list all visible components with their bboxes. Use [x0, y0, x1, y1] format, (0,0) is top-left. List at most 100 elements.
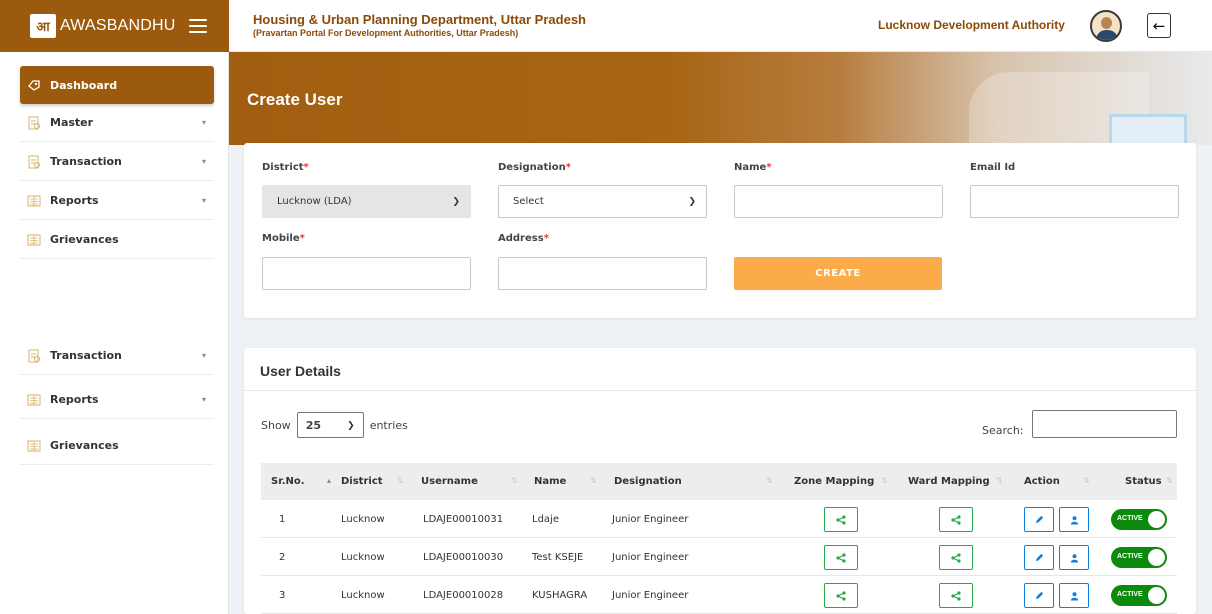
column-header-username[interactable]: Username	[421, 463, 478, 500]
department-title: Housing & Urban Planning Department, Utt…	[253, 12, 586, 27]
user-icon	[1070, 515, 1078, 524]
department-heading: Housing & Urban Planning Department, Utt…	[253, 12, 586, 38]
user-profile-button[interactable]	[1059, 583, 1089, 608]
chevron-down-icon: ❯	[688, 197, 696, 207]
sort-icon: ⇅	[511, 476, 518, 485]
user-profile-button[interactable]	[1059, 545, 1089, 570]
edit-button[interactable]	[1024, 545, 1054, 570]
create-user-form: District* Lucknow (LDA) ❯ Designation* S…	[244, 143, 1196, 318]
cell-district: Lucknow	[341, 551, 385, 563]
toggle-knob	[1148, 511, 1165, 528]
column-header-action[interactable]: Action	[1024, 463, 1060, 500]
section-title: User Details	[260, 363, 341, 379]
edit-button[interactable]	[1024, 583, 1054, 608]
sidebar-item-label: Grievances	[50, 439, 119, 452]
user-avatar[interactable]	[1090, 10, 1122, 42]
column-header-ward-mapping[interactable]: Ward Mapping	[908, 463, 990, 500]
sort-icon: ⇅	[590, 476, 597, 485]
dashboard-icon	[26, 78, 42, 92]
share-icon	[951, 514, 961, 525]
district-select[interactable]: Lucknow (LDA) ❯	[262, 185, 471, 218]
status-toggle[interactable]: ACTIVE	[1111, 585, 1167, 606]
search-input[interactable]	[1032, 410, 1177, 438]
sidebar-item-transaction[interactable]: Transaction ▾	[20, 143, 214, 181]
edit-button[interactable]	[1024, 507, 1054, 532]
chevron-down-icon: ▾	[201, 351, 206, 360]
banner-image-decoration	[1109, 114, 1187, 145]
zone-mapping-button[interactable]	[824, 545, 858, 570]
ward-mapping-button[interactable]	[939, 507, 973, 532]
create-button[interactable]: CREATE	[734, 257, 942, 290]
district-value: Lucknow (LDA)	[277, 196, 352, 207]
share-icon	[951, 552, 961, 563]
entries-label: entries	[369, 418, 408, 432]
entries-select[interactable]: 25 ❯	[296, 412, 364, 438]
chevron-down-icon: ▾	[201, 395, 206, 404]
table-row: 2 Lucknow LDAJE00010030 Test KSEJE Junio…	[261, 538, 1177, 576]
document-icon	[26, 155, 42, 169]
email-field[interactable]	[970, 185, 1179, 218]
sort-icon: ⇅	[881, 476, 888, 485]
status-toggle[interactable]: ACTIVE	[1111, 547, 1167, 568]
toggle-knob	[1148, 549, 1165, 566]
sort-icon: ⇅	[1083, 476, 1090, 485]
organization-name: Lucknow Development Authority	[878, 18, 1065, 32]
address-label: Address*	[498, 233, 549, 244]
sidebar-item-reports[interactable]: Reports ▾	[20, 381, 214, 419]
hamburger-menu-icon[interactable]	[188, 19, 207, 33]
sidebar-item-label: Reports	[50, 393, 99, 406]
page-banner: Create User	[229, 52, 1212, 145]
sidebar-item-grievances[interactable]: Grievances	[20, 221, 214, 259]
share-icon	[836, 552, 846, 563]
mobile-field[interactable]	[262, 257, 471, 290]
top-header: आ AWASBANDHU Housing & Urban Planning De…	[0, 0, 1212, 52]
column-header-designation[interactable]: Designation	[614, 463, 682, 500]
status-toggle[interactable]: ACTIVE	[1111, 509, 1167, 530]
toggle-knob	[1148, 587, 1165, 604]
back-arrow-icon[interactable]: ←	[1147, 13, 1171, 38]
sidebar-item-dashboard[interactable]: Dashboard	[20, 66, 214, 104]
sidebar-item-label: Master	[50, 116, 94, 129]
pencil-icon	[1035, 591, 1043, 600]
mobile-label: Mobile*	[262, 233, 305, 244]
sidebar-item-label: Grievances	[50, 233, 119, 246]
brand-logo-icon: आ	[30, 14, 56, 38]
sidebar-item-master[interactable]: Master ▾	[20, 104, 214, 142]
name-label: Name*	[734, 162, 772, 173]
sidebar-item-reports[interactable]: Reports ▾	[20, 182, 214, 220]
column-header-zone-mapping[interactable]: Zone Mapping	[794, 463, 874, 500]
chevron-down-icon: ▾	[201, 157, 206, 166]
ward-mapping-button[interactable]	[939, 545, 973, 570]
reports-icon	[26, 194, 42, 208]
status-label: ACTIVE	[1117, 515, 1143, 522]
ward-mapping-button[interactable]	[939, 583, 973, 608]
zone-mapping-button[interactable]	[824, 583, 858, 608]
zone-mapping-button[interactable]	[824, 507, 858, 532]
status-label: ACTIVE	[1117, 553, 1143, 560]
column-header-district[interactable]: District	[341, 463, 383, 500]
sort-asc-icon: ▴	[327, 476, 332, 485]
user-details-card: User Details Show 25 ❯ entries Search: S…	[244, 348, 1196, 614]
entries-value: 25	[305, 418, 321, 432]
reports-icon	[26, 233, 42, 247]
sidebar-item-transaction[interactable]: Transaction ▾	[20, 337, 214, 375]
table-row: 1 Lucknow LDAJE00010031 Ldaje Junior Eng…	[261, 500, 1177, 538]
designation-select[interactable]: Select ❯	[498, 185, 707, 218]
column-header-name[interactable]: Name	[534, 463, 566, 500]
share-icon	[951, 590, 961, 601]
user-profile-button[interactable]	[1059, 507, 1089, 532]
name-field[interactable]	[734, 185, 943, 218]
chevron-down-icon: ▾	[201, 118, 206, 127]
user-icon	[1070, 553, 1078, 562]
document-icon	[26, 349, 42, 363]
pencil-icon	[1035, 553, 1043, 562]
column-header-status[interactable]: Status	[1125, 463, 1162, 500]
sidebar-item-grievances[interactable]: Grievances	[20, 427, 214, 465]
sidebar-item-label: Reports	[50, 194, 99, 207]
sort-icon: ⇅	[1166, 476, 1173, 485]
column-header-sr-no[interactable]: Sr.No.	[271, 463, 305, 500]
designation-label: Designation*	[498, 162, 571, 173]
address-field[interactable]	[498, 257, 707, 290]
document-icon	[26, 116, 42, 130]
table-header: Sr.No. ▴ District ⇅ Username ⇅ Name ⇅ De…	[261, 463, 1177, 500]
